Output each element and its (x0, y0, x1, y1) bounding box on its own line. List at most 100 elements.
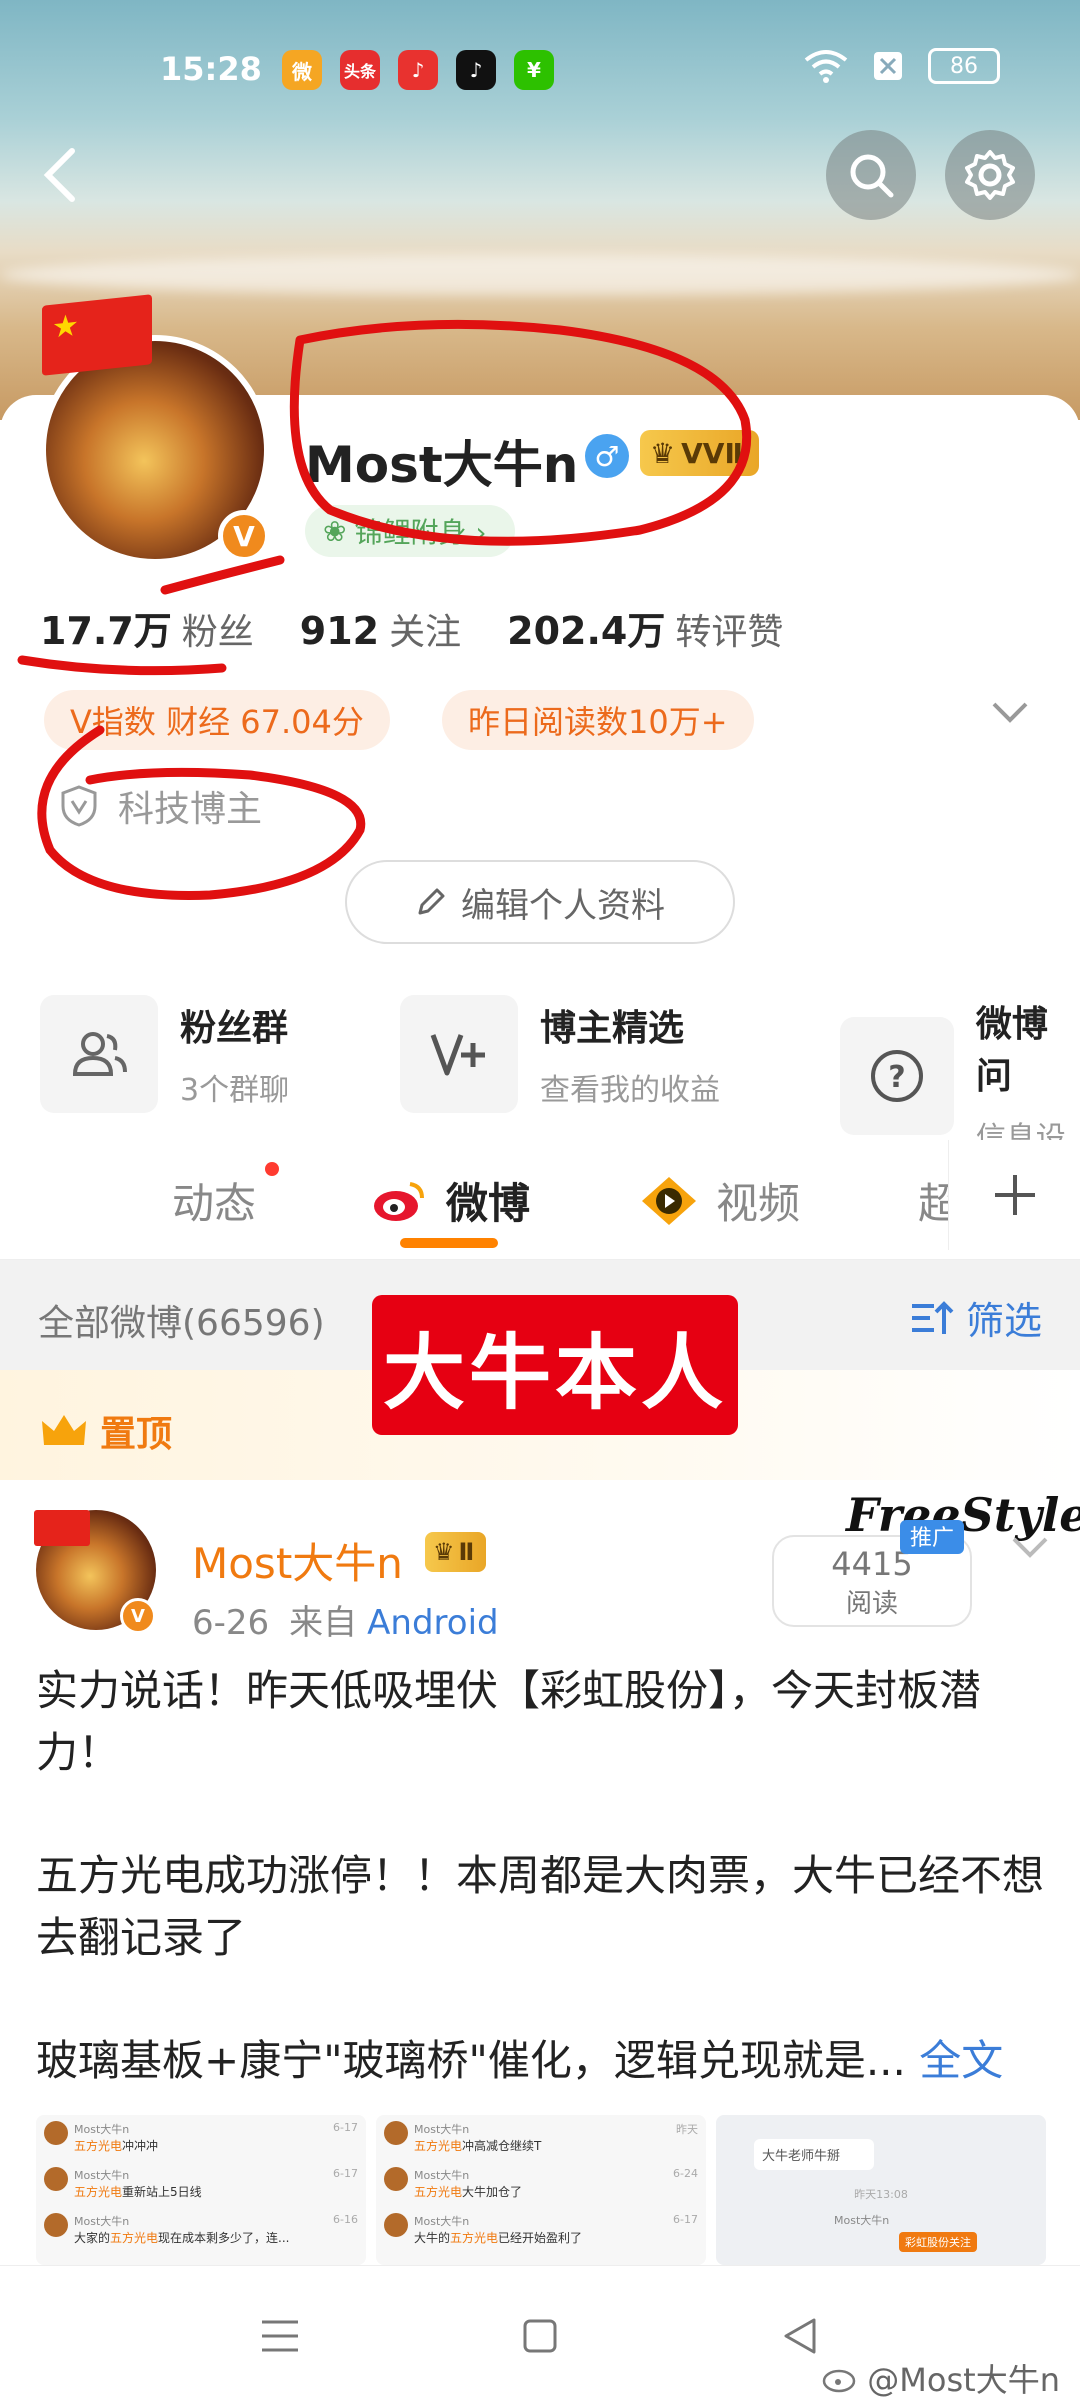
notification-dot (265, 1162, 279, 1176)
stat-following[interactable]: 912 关注 (300, 603, 461, 655)
feature-title: 微博问 (975, 1004, 1048, 1097)
stock-name: 五方光电 (450, 2231, 499, 2245)
medal-badge[interactable]: ❀ 锦鲤附身 › (305, 505, 515, 557)
profile-tabs: 动态 微博 视频 超 (0, 1140, 1080, 1260)
feature-subtitle: 查看我的收益 (540, 1073, 720, 1108)
status-right: 86 (804, 48, 1000, 84)
home-button[interactable] (510, 2306, 570, 2366)
post-source[interactable]: Android (367, 1603, 498, 1643)
tab-label: 动态 (172, 1179, 257, 1228)
tagline-label: 科技博主 (118, 789, 263, 830)
edit-profile-button[interactable]: 编辑个人资料 (345, 860, 735, 944)
v-index-pill[interactable]: V指数 财经 67.04分 (44, 690, 390, 750)
weibo-app-icon: 微 (282, 50, 322, 90)
china-flag-icon (34, 1510, 90, 1546)
tab-label: 视频 (716, 1179, 801, 1228)
chat-msg-text: 重新站上5日线 (122, 2185, 202, 2199)
avatar (44, 2167, 68, 2191)
menu-button[interactable] (250, 2306, 310, 2366)
chevron-down-icon (992, 702, 1028, 723)
flag-star-icon: ★ (52, 307, 79, 346)
koi-icon: ❀ (323, 514, 347, 548)
tiktok-app-icon: ♪ (456, 50, 496, 90)
chat-name: Most大牛n (414, 2123, 470, 2136)
no-sim-icon (874, 52, 902, 80)
svg-text:?: ? (888, 1060, 905, 1095)
read-more-link[interactable]: 全文 (919, 2036, 1003, 2085)
pencil-icon (418, 888, 445, 915)
stock-name: 五方光电 (414, 2139, 463, 2153)
chat-date: 昨天 (676, 2123, 698, 2136)
filter-button[interactable]: 筛选 (910, 1290, 1042, 1345)
chat-date: 6-24 (673, 2167, 698, 2180)
question-icon: ? (840, 1017, 954, 1135)
chat-name: Most大牛n (414, 2215, 470, 2228)
battery-icon: 86 (928, 48, 1000, 84)
sort-icon (911, 1300, 954, 1334)
weibo-logo-icon (374, 1181, 424, 1221)
chat-msg: 五方光电大牛加仓了 (414, 2183, 522, 2200)
chat-name: Most大牛n (74, 2215, 130, 2228)
avatar (384, 2213, 408, 2237)
battery-level: 86 (950, 53, 978, 79)
video-icon (642, 1176, 696, 1225)
add-tab-button[interactable] (948, 1140, 1080, 1250)
post-paragraph-3-text: 玻璃基板+康宁"玻璃桥"催化，逻辑兑现就是... (36, 2036, 906, 2085)
post-source-prefix: 来自 (289, 1603, 358, 1643)
status-time: 15:28 (160, 50, 262, 88)
post-image-1[interactable]: Most大牛n 五方光电冲冲冲 6-17 Most大牛n 五方光电重新站上5日线 6-1… (36, 2115, 366, 2265)
chat-msg: 五方光电冲高减仓继续T (414, 2137, 541, 2154)
chat-date: 6-17 (333, 2121, 358, 2134)
expand-profile-button[interactable] (990, 700, 1030, 728)
chat-msg-text: 现在成本剩多少了，连... (158, 2231, 290, 2245)
tab-video[interactable]: 视频 (640, 1170, 800, 1231)
post-image-3[interactable]: 大牛老师牛掰 昨天13:08 Most大牛n 彩虹股份关注 (716, 2115, 1046, 2265)
tab-label: 微博 (446, 1179, 531, 1228)
wifi-icon (804, 50, 848, 83)
chat-msg: 大牛的五方光电已经开始盈利了 (414, 2229, 582, 2246)
feature-weibo-ask[interactable]: ? 微博问 信息设 (840, 995, 1080, 1157)
chat-row: Most大牛n 五方光电重新站上5日线 6-17 (44, 2167, 358, 2213)
chat-msg-text: 大牛加仓了 (462, 2185, 523, 2199)
chat-row: Most大牛n 大牛的五方光电已经开始盈利了 6-17 (384, 2213, 698, 2259)
weibo-watermark: @Most大牛n (821, 2355, 1060, 2400)
active-tab-indicator (400, 1238, 498, 1248)
post-author-name[interactable]: Most大牛n (192, 1530, 403, 1591)
status-app-icons: 微 头条 ♪ ♪ ¥ (282, 50, 554, 90)
chat-date: 6-16 (333, 2213, 358, 2226)
tab-activity[interactable]: 动态 (172, 1170, 256, 1231)
chat-msg-text: 已经开始盈利了 (498, 2231, 583, 2245)
overlay-banner: 大牛本人 (372, 1295, 738, 1435)
chat-time: 昨天13:08 (854, 2188, 908, 2201)
shield-icon (61, 785, 97, 827)
all-posts-count[interactable]: 全部微博(66596) (38, 1294, 325, 1346)
medal-label: 锦鲤附身 › (354, 516, 487, 549)
promote-badge[interactable]: 推广 (900, 1520, 965, 1554)
chat-msg-text: 冲冲冲 (122, 2139, 159, 2153)
feature-blogger-picks[interactable]: 博主精选 查看我的收益 (400, 995, 720, 1113)
post-vip-label: Ⅱ (458, 1538, 475, 1566)
weibo-profile-page: 15:28 微 头条 ♪ ♪ ¥ 86 ★ V Most大牛n ♂ ♛ VVⅡ … (0, 0, 1080, 2400)
crown-icon: ♛ (650, 436, 676, 470)
post-menu-button[interactable] (1010, 1535, 1050, 1563)
tab-weibo[interactable]: 微博 (370, 1170, 530, 1231)
feature-fans-group[interactable]: 粉丝群 3个群聊 (40, 995, 289, 1113)
watermark-text: @Most大牛n (867, 2361, 1060, 2399)
reads-pill[interactable]: 昨日阅读数10万+ (442, 690, 754, 750)
post-date: 6-26 (192, 1603, 270, 1643)
status-bar: 15:28 微 头条 ♪ ♪ ¥ 86 (0, 40, 1080, 100)
menu-icon (262, 2320, 298, 2352)
vip-badge[interactable]: ♛ VVⅡ (640, 430, 759, 476)
square-icon (523, 2319, 557, 2353)
triangle-back-icon (784, 2318, 816, 2354)
post-image-2[interactable]: Most大牛n 五方光电冲高减仓继续T 昨天 Most大牛n 五方光电大牛加仓了 6-2… (376, 2115, 706, 2265)
stat-followers[interactable]: 17.7万 粉丝 (40, 600, 254, 655)
post-paragraph-3: 玻璃基板+康宁"玻璃桥"催化，逻辑兑现就是... 全文 (36, 2030, 1046, 2092)
chat-name: Most大牛n (414, 2169, 470, 2182)
pinned-text: 置顶 (100, 1414, 173, 1455)
stat-likes[interactable]: 202.4万 转评赞 (507, 600, 783, 655)
search-button[interactable] (826, 130, 916, 220)
settings-button[interactable] (945, 130, 1035, 220)
tagline: 科技博主 (60, 780, 262, 832)
back-button[interactable] (30, 140, 90, 210)
